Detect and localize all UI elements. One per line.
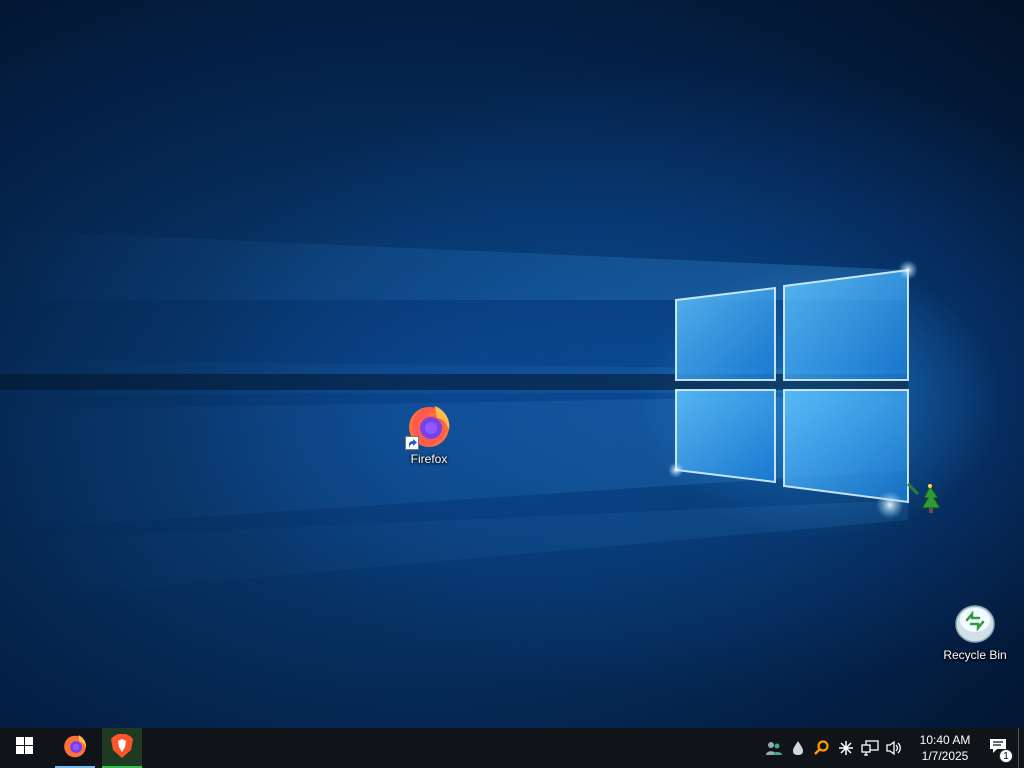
show-desktop-button[interactable] [1018,728,1024,768]
taskbar: 10:40 AM 1/7/2025 1 [0,728,1024,768]
mouse-cursor-icon [906,482,942,518]
windows-logo-wallpaper [0,230,918,600]
taskbar-app-firefox[interactable] [55,728,95,768]
firefox-icon [62,733,88,764]
desktop-wallpaper [0,0,1024,728]
clock-time: 10:40 AM [919,733,971,747]
notification-count-badge: 1 [999,749,1013,763]
windows-logo-icon [15,737,33,759]
shortcut-arrow-icon [405,436,419,450]
people-icon[interactable] [762,728,786,768]
desktop-icon-recycle-bin[interactable]: Recycle Bin [935,598,1015,663]
recycle-bin-icon [951,598,999,646]
search-magnifier-icon[interactable] [810,728,834,768]
volume-icon[interactable] [882,728,906,768]
taskbar-clock[interactable]: 10:40 AM 1/7/2025 [912,728,978,768]
desktop-icon-label: Recycle Bin [943,648,1007,662]
brave-icon [110,733,134,764]
taskbar-app-brave[interactable] [102,728,142,768]
desktop-icon-firefox[interactable]: Firefox [389,402,469,467]
firefox-icon [405,402,453,450]
network-icon[interactable] [858,728,882,768]
asterisk-icon[interactable] [834,728,858,768]
droplet-icon[interactable] [786,728,810,768]
action-center-button[interactable]: 1 [978,728,1018,768]
clock-date: 1/7/2025 [921,749,969,763]
system-tray: 10:40 AM 1/7/2025 1 [762,728,1024,768]
start-button[interactable] [0,728,48,768]
desktop-icon-label: Firefox [410,452,448,466]
